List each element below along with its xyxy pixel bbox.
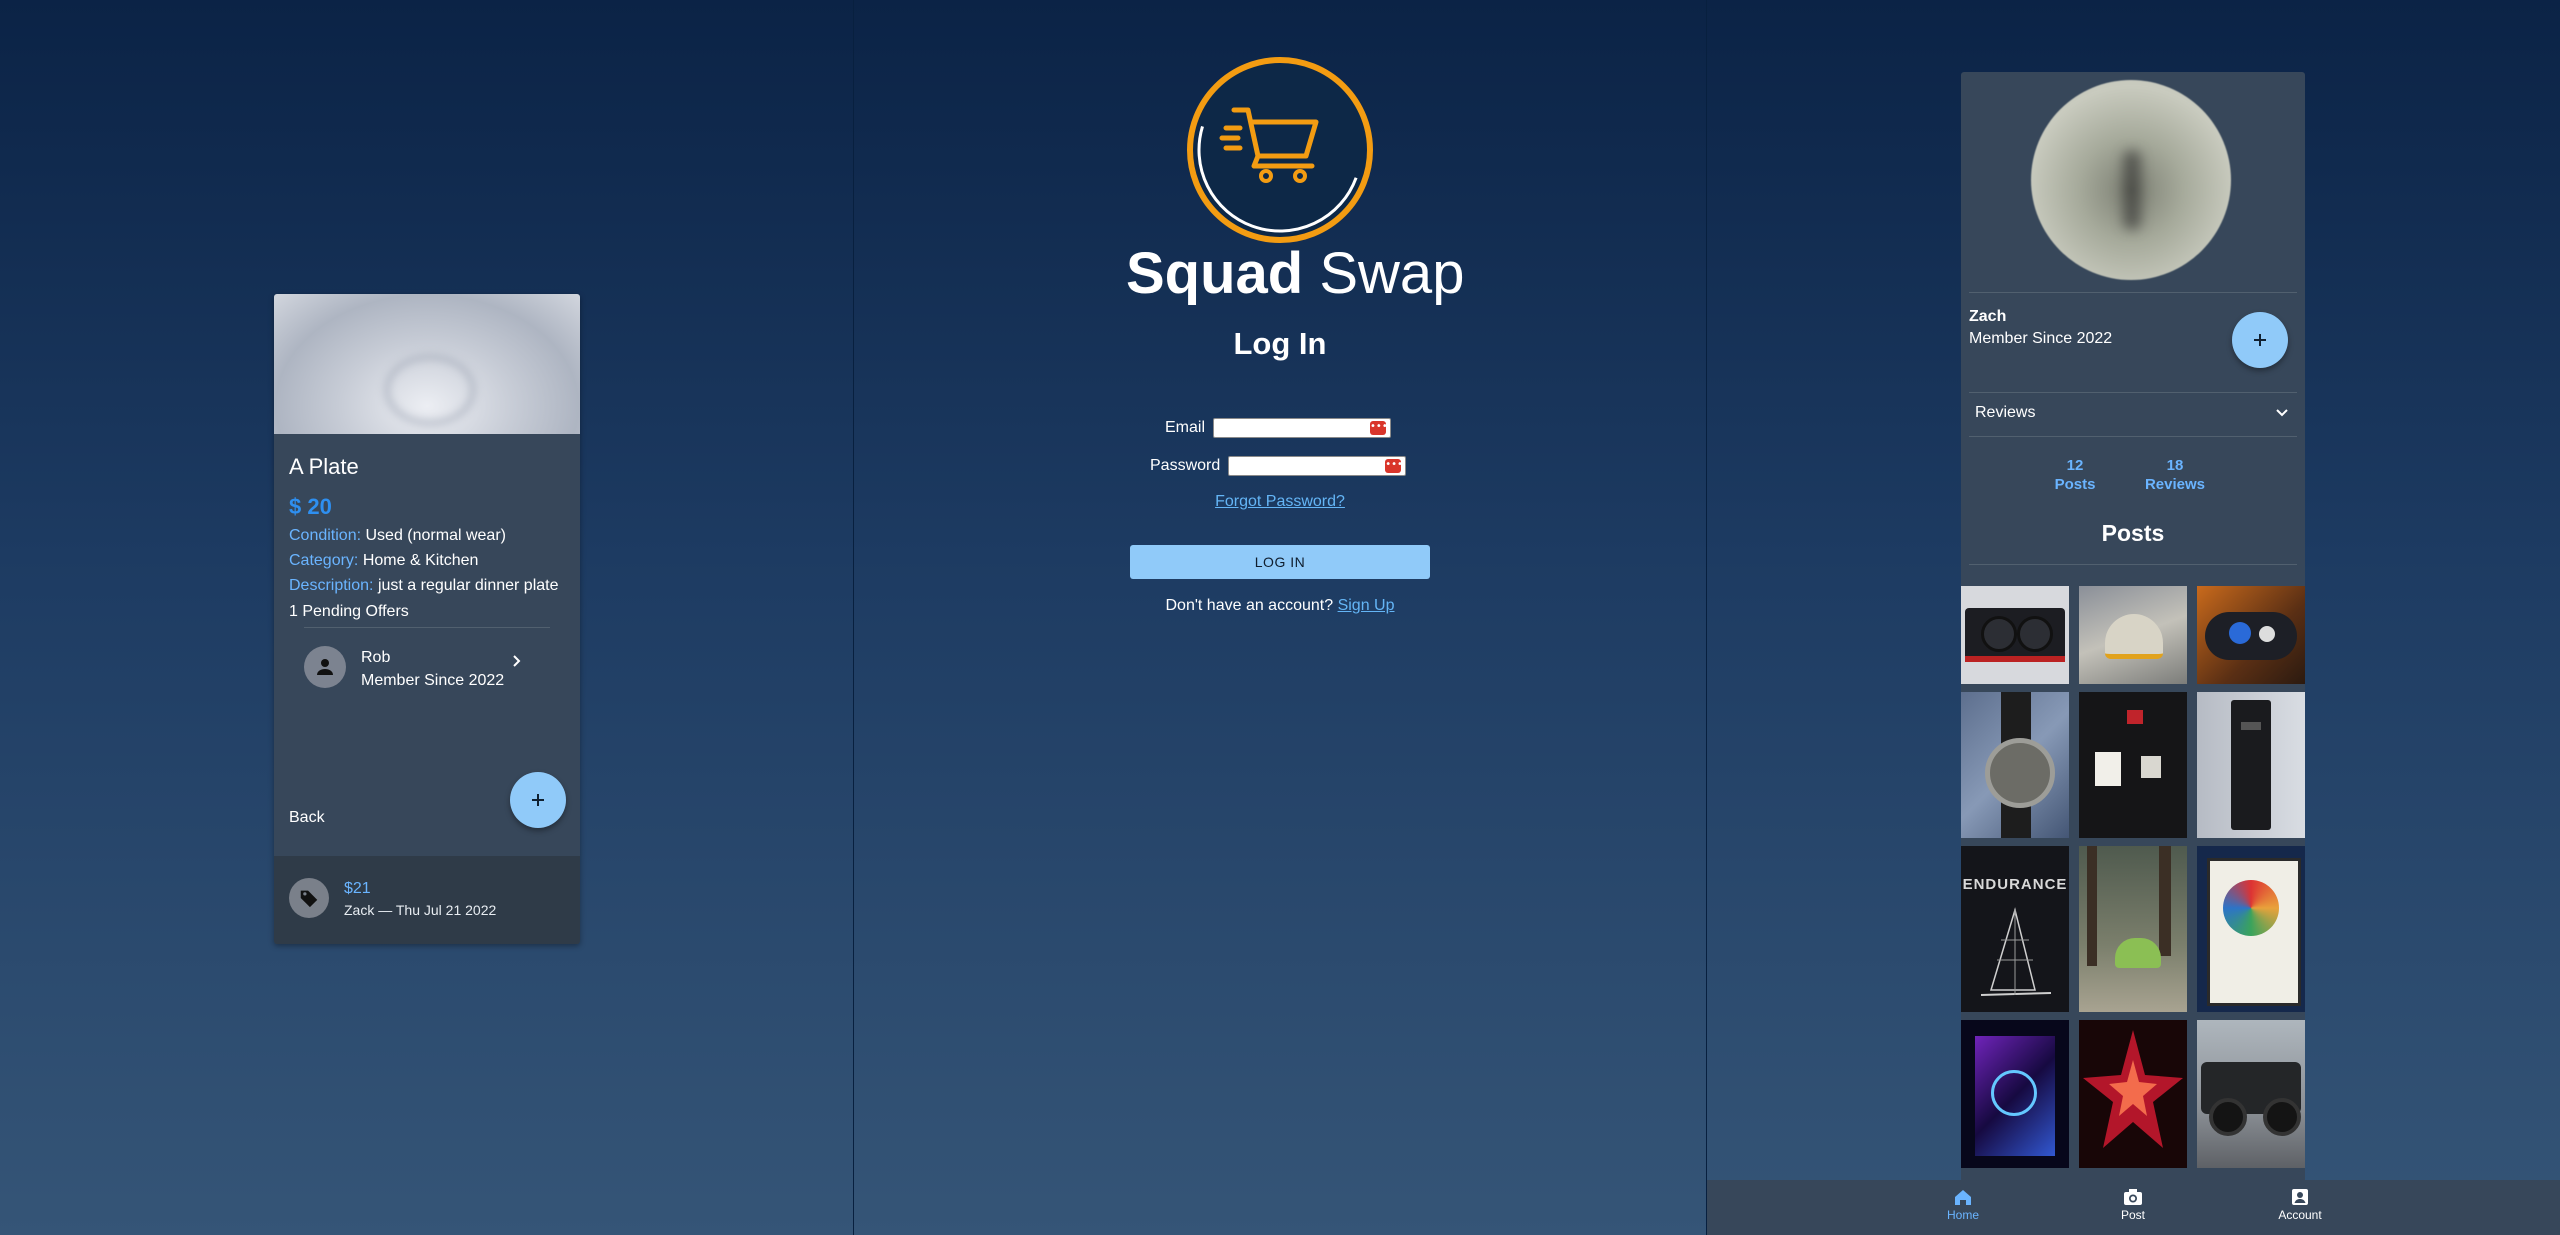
posts-heading: Posts bbox=[2101, 520, 2165, 546]
brand-bold: Squad bbox=[1126, 241, 1304, 306]
reviews-stat-label: Reviews bbox=[2144, 476, 2206, 493]
post-thumbnail[interactable] bbox=[2079, 692, 2187, 838]
password-manager-icon[interactable]: ••• bbox=[1370, 421, 1388, 435]
description-label: Description: bbox=[289, 577, 374, 594]
offer-amount: $21 bbox=[344, 880, 371, 897]
bottom-navigation: Home Post Account bbox=[1707, 1180, 2560, 1235]
offer-meta: Zack — Thu Jul 21 2022 bbox=[344, 902, 497, 918]
reviews-stat[interactable]: 18 Reviews bbox=[2135, 456, 2215, 494]
endurance-cover-text: ENDURANCE bbox=[1962, 876, 2068, 893]
nav-account[interactable]: Account bbox=[2260, 1186, 2340, 1222]
post-thumbnail[interactable] bbox=[2197, 586, 2305, 684]
person-icon bbox=[304, 646, 346, 688]
email-field[interactable] bbox=[1214, 419, 1361, 437]
description-value: just a regular dinner plate bbox=[377, 577, 559, 594]
password-field[interactable] bbox=[1229, 457, 1376, 475]
login-button[interactable]: LOG IN bbox=[1130, 545, 1430, 579]
condition-label: Condition: bbox=[289, 527, 362, 544]
post-thumbnail[interactable] bbox=[2197, 692, 2305, 838]
reviews-count: 18 bbox=[2166, 457, 2184, 474]
posts-stat[interactable]: 12 Posts bbox=[2045, 456, 2105, 494]
plus-icon bbox=[2254, 334, 2266, 346]
seller-since: Member Since 2022 bbox=[361, 672, 505, 689]
divider bbox=[1969, 392, 2297, 393]
post-thumbnail[interactable] bbox=[1961, 1020, 2069, 1168]
condition-value: Used (normal wear) bbox=[365, 527, 506, 544]
home-icon bbox=[1923, 1186, 2003, 1208]
posts-count: 12 bbox=[2066, 457, 2084, 474]
divider bbox=[1969, 292, 2297, 293]
item-description: Description: just a regular dinner plate bbox=[289, 577, 580, 595]
post-thumbnail[interactable]: ENDURANCE bbox=[1961, 846, 2069, 1012]
item-price: $ 20 bbox=[289, 494, 332, 519]
post-thumbnail[interactable] bbox=[2079, 846, 2187, 1012]
nav-post[interactable]: Post bbox=[2093, 1186, 2173, 1222]
chevron-down-icon bbox=[2275, 406, 2289, 425]
seller-name: Rob bbox=[361, 649, 391, 666]
post-thumbnail[interactable] bbox=[2197, 1020, 2305, 1168]
password-manager-icon[interactable]: ••• bbox=[1385, 459, 1403, 473]
email-field-box[interactable]: ••• bbox=[1213, 418, 1392, 438]
nav-post-label: Post bbox=[2120, 1208, 2145, 1222]
brand-regular: Swap bbox=[1319, 241, 1465, 306]
profile-since: Member Since 2022 bbox=[1969, 330, 2113, 347]
cart-logo-icon bbox=[1187, 57, 1373, 243]
signup-prompt: Don't have an account? Sign Up bbox=[1130, 597, 1430, 615]
password-row: Password ••• bbox=[1150, 456, 1407, 476]
nav-home-label: Home bbox=[1946, 1208, 1979, 1222]
pending-offers: 1 Pending Offers bbox=[289, 603, 409, 620]
signup-link[interactable]: Sign Up bbox=[1338, 597, 1395, 614]
item-card: A Plate $ 20 Condition: Used (normal wea… bbox=[274, 294, 580, 944]
category-label: Category: bbox=[289, 552, 359, 569]
signup-text: Don't have an account? bbox=[1165, 597, 1334, 614]
seller-row[interactable]: Rob Member Since 2022 bbox=[274, 634, 580, 694]
add-button[interactable] bbox=[510, 772, 566, 828]
post-thumbnail[interactable] bbox=[2197, 846, 2305, 1012]
plus-icon bbox=[532, 794, 544, 806]
chevron-right-icon bbox=[510, 654, 524, 673]
category-value: Home & Kitchen bbox=[362, 552, 479, 569]
profile-card: Zach Member Since 2022 Reviews 12 Posts … bbox=[1961, 72, 2305, 1182]
nav-home[interactable]: Home bbox=[1923, 1186, 2003, 1222]
tag-icon bbox=[289, 878, 329, 918]
posts-label: Posts bbox=[2054, 476, 2096, 493]
forgot-password-link[interactable]: Forgot Password? bbox=[1130, 493, 1430, 511]
item-category: Category: Home & Kitchen bbox=[289, 552, 580, 570]
post-thumbnail[interactable] bbox=[2079, 586, 2187, 684]
divider bbox=[304, 627, 550, 628]
nav-account-label: Account bbox=[2278, 1208, 2322, 1222]
login-title: Log In bbox=[1233, 326, 1327, 361]
profile-avatar bbox=[2031, 80, 2231, 280]
back-button[interactable]: Back bbox=[289, 809, 325, 827]
post-thumbnail[interactable] bbox=[1961, 692, 2069, 838]
item-photo bbox=[274, 294, 580, 434]
post-thumbnail[interactable] bbox=[2079, 1020, 2187, 1168]
post-thumbnail[interactable] bbox=[1961, 586, 2069, 684]
divider bbox=[1969, 564, 2297, 565]
password-label: Password bbox=[1150, 457, 1221, 474]
item-condition: Condition: Used (normal wear) bbox=[289, 527, 580, 545]
camera-icon bbox=[2093, 1186, 2173, 1208]
item-title: A Plate bbox=[289, 454, 359, 479]
add-post-button[interactable] bbox=[2232, 312, 2288, 368]
account-box-icon bbox=[2260, 1186, 2340, 1208]
divider bbox=[1969, 436, 2297, 437]
reviews-accordion[interactable]: Reviews bbox=[1961, 396, 2305, 432]
email-label: Email bbox=[1165, 419, 1206, 436]
email-row: Email ••• bbox=[1165, 418, 1392, 438]
offer-row[interactable]: $21 Zack — Thu Jul 21 2022 bbox=[274, 856, 580, 944]
brand-name: Squad Swap bbox=[1126, 240, 1464, 307]
reviews-label: Reviews bbox=[1975, 404, 2036, 421]
profile-name: Zach bbox=[1969, 308, 2007, 325]
password-field-box[interactable]: ••• bbox=[1228, 456, 1407, 476]
